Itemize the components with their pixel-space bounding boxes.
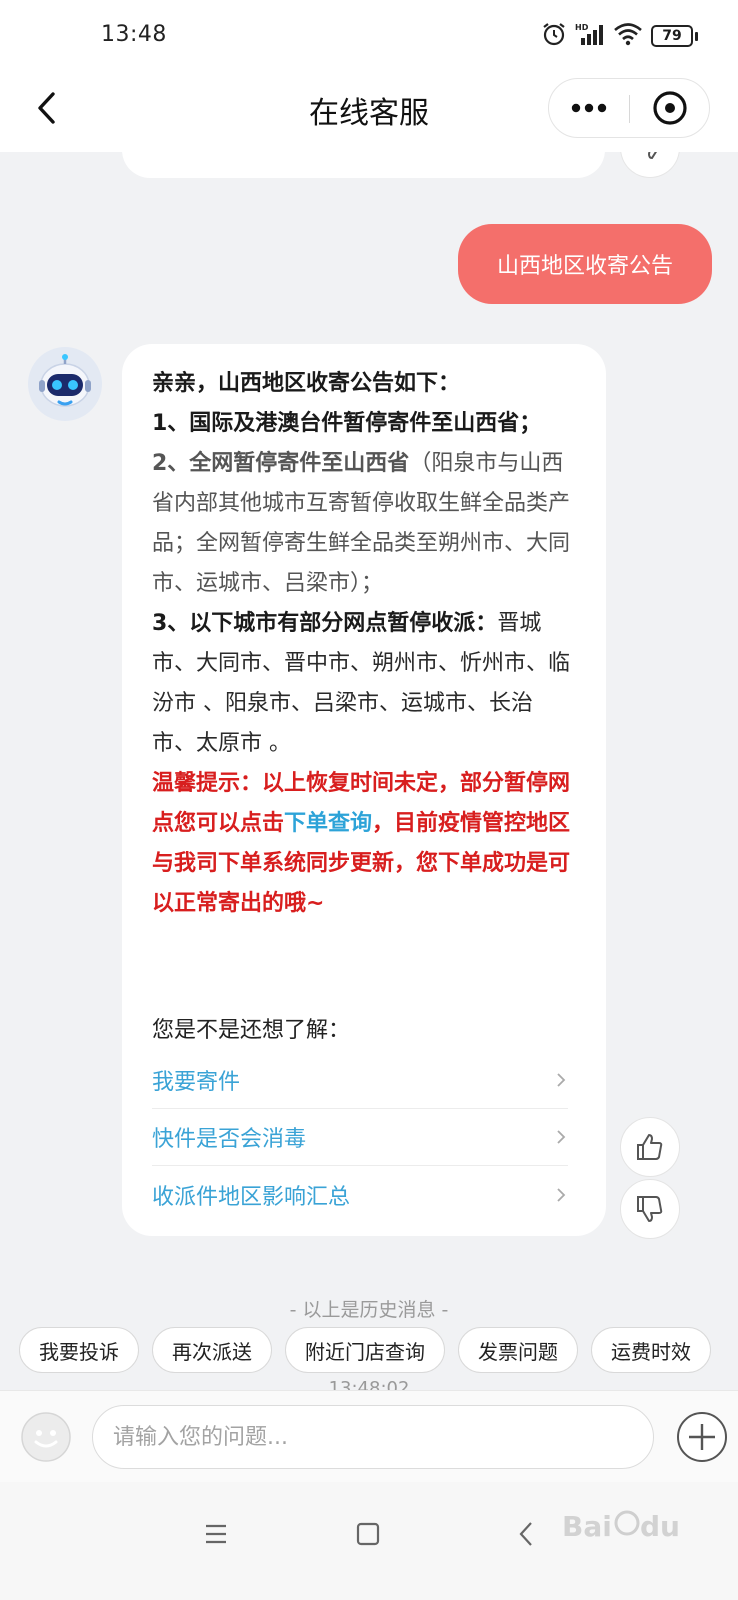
battery-icon: 79 <box>651 25 698 47</box>
bot-message-text: 亲亲，山西地区收寄公告如下： 1、国际及港澳台件暂停寄件至山西省； 2、全网暂停… <box>152 364 572 924</box>
emoji-button[interactable] <box>20 1411 72 1463</box>
quick-action-redeliver[interactable]: 再次派送 <box>152 1327 272 1373</box>
plus-circle-icon <box>677 1412 727 1462</box>
chevron-right-icon <box>554 1130 568 1144</box>
suggest-item-label: 我要寄件 <box>152 1070 241 1095</box>
quick-action-nearby-store[interactable]: 附近门店查询 <box>285 1327 445 1373</box>
menu-icon <box>206 1524 226 1544</box>
home-nav-button[interactable] <box>338 1504 398 1564</box>
message-item-2: 2、全网暂停寄件至山西省（阳泉市与山西省内部其他城市互寄暂停收取生鲜全品类产品；… <box>152 444 572 604</box>
previous-dislike-button[interactable] <box>620 152 680 178</box>
quick-action-freight[interactable]: 运费时效 <box>591 1327 711 1373</box>
suggest-item-affected-areas[interactable]: 收派件地区影响汇总 <box>152 1166 568 1223</box>
robot-avatar-icon <box>28 347 102 421</box>
message-tip: 温馨提示：以上恢复时间未定，部分暂停网点您可以点击下单查询，目前疫情管控地区与我… <box>152 764 572 924</box>
svg-text:HD: HD <box>575 23 589 32</box>
header: 在线客服 <box>0 70 738 152</box>
history-divider: - 以上是历史消息 - <box>289 1299 449 1321</box>
chevron-right-icon <box>554 1187 568 1202</box>
alarm-icon <box>541 21 567 51</box>
close-button[interactable] <box>630 79 710 137</box>
message-greeting: 亲亲，山西地区收寄公告如下： <box>152 371 461 396</box>
user-message-text: 山西地区收寄公告 <box>496 254 673 279</box>
suggest-item-label: 快件是否会消毒 <box>152 1127 307 1152</box>
message-item-3: 3、以下城市有部分网点暂停收派：晋城市、大同市、晋中市、朔州市、忻州市、临汾市 … <box>152 604 572 764</box>
chat-area[interactable]: 山西地区收寄公告 亲亲，山西地区收寄公告如下： 1、国际及港澳台件暂停寄件至山西… <box>0 152 738 1412</box>
quick-action-row[interactable]: 我要投诉 再次派送 附近门店查询 发票问题 运费时效 <box>19 1327 711 1373</box>
svg-text:Bai: Bai <box>562 1510 612 1543</box>
quick-action-complaint[interactable]: 我要投诉 <box>19 1327 139 1373</box>
suggest-list: 我要寄件 快件是否会消毒 收派件地区影响汇总 <box>152 1052 568 1223</box>
signal-icon: HD <box>575 21 605 51</box>
dislike-button[interactable] <box>620 1179 680 1239</box>
battery-level: 79 <box>651 25 693 47</box>
more-button[interactable] <box>549 79 629 137</box>
home-square-icon <box>356 1522 380 1546</box>
suggest-item-send-package[interactable]: 我要寄件 <box>152 1052 568 1109</box>
quick-action-invoice[interactable]: 发票问题 <box>458 1327 578 1373</box>
mini-program-capsule <box>548 78 710 138</box>
order-query-link[interactable]: 下单查询 <box>284 811 372 836</box>
suggest-item-label: 收派件地区影响汇总 <box>152 1184 351 1210</box>
svg-text:du: du <box>640 1510 680 1543</box>
close-circle-icon <box>653 91 687 125</box>
status-icons: HD 79 <box>541 20 698 52</box>
back-triangle-icon <box>519 1522 532 1546</box>
status-time: 13:48 <box>101 22 167 47</box>
message-item-2-head: 2、全网暂停寄件至山西省 <box>152 451 410 476</box>
more-dots-icon <box>571 103 607 113</box>
back-nav-button[interactable] <box>496 1504 556 1564</box>
emoji-icon <box>21 1412 71 1462</box>
more-actions-button[interactable] <box>676 1411 728 1463</box>
message-item-1: 1、国际及港澳台件暂停寄件至山西省； <box>152 411 542 436</box>
previous-message-bubble <box>122 152 605 178</box>
watermark-logo: Bai du <box>562 1510 680 1543</box>
input-bar <box>0 1390 738 1482</box>
suggest-title: 您是不是还想了解： <box>152 1018 351 1043</box>
thumb-down-icon <box>647 152 658 160</box>
thumb-up-icon <box>637 1134 663 1160</box>
bot-message-bubble: 亲亲，山西地区收寄公告如下： 1、国际及港澳台件暂停寄件至山西省； 2、全网暂停… <box>122 344 606 1236</box>
bot-avatar <box>28 347 102 421</box>
status-bar: 13:48 HD 79 <box>0 0 738 70</box>
wifi-icon <box>613 22 643 50</box>
system-nav-bar: Bai du <box>0 1482 738 1600</box>
chevron-right-icon <box>554 1073 568 1087</box>
user-message-bubble: 山西地区收寄公告 <box>458 224 712 304</box>
menu-nav-button[interactable] <box>186 1504 246 1564</box>
baidu-watermark: Bai du <box>560 1496 710 1566</box>
thumb-down-icon <box>637 1196 663 1222</box>
suggest-item-disinfection[interactable]: 快件是否会消毒 <box>152 1109 568 1166</box>
message-input[interactable] <box>92 1405 654 1469</box>
message-item-3-head: 3、以下城市有部分网点暂停收派： <box>152 611 498 636</box>
like-button[interactable] <box>620 1117 680 1177</box>
